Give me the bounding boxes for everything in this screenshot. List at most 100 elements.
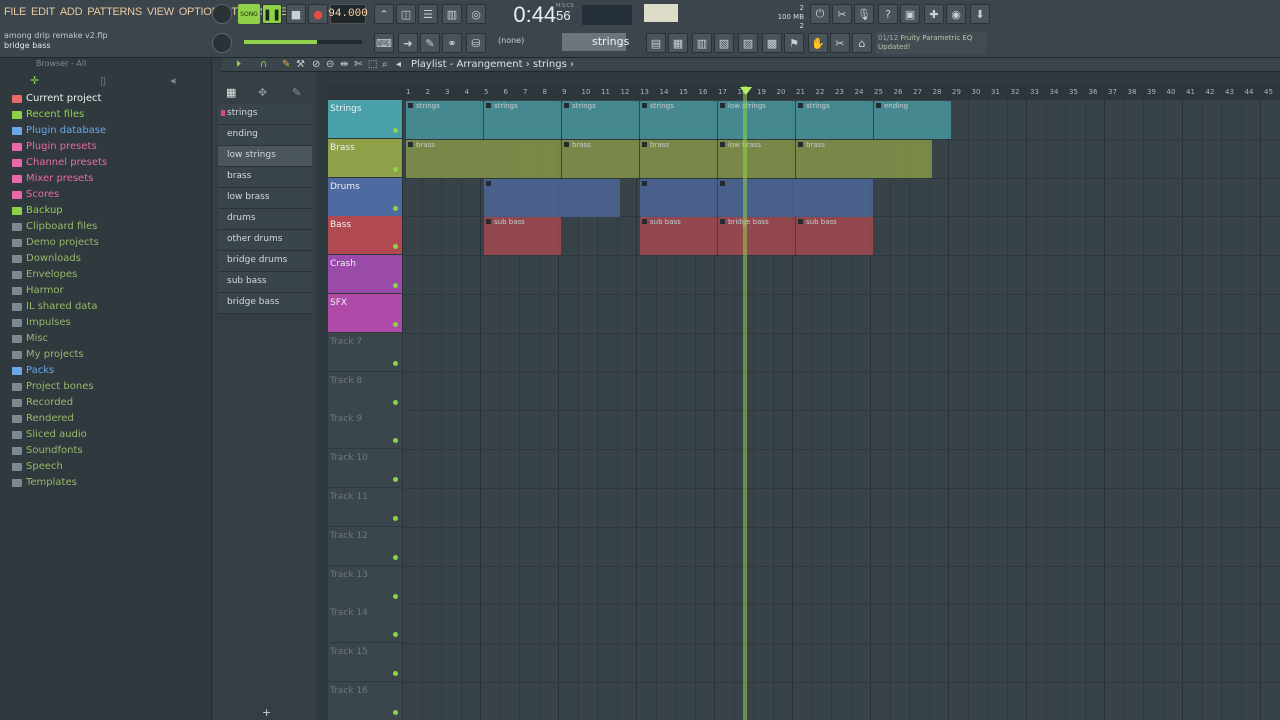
record-mic-icon[interactable]: 🎙 xyxy=(854,4,874,24)
track-mute-led[interactable] xyxy=(393,671,398,677)
track-header-5[interactable]: Crash xyxy=(328,255,402,294)
track-mute-led[interactable] xyxy=(393,244,398,250)
browser-item-channel-presets[interactable]: Channel presets xyxy=(10,156,107,170)
mute-tool-icon[interactable]: ⊝ xyxy=(326,58,334,72)
pattern-item-other-drums[interactable]: other drums xyxy=(218,230,312,251)
browser-item-clipboard-files[interactable]: Clipboard files xyxy=(10,220,97,234)
step-edit-icon[interactable]: ▥ xyxy=(442,4,462,24)
add-pattern-icon[interactable]: + xyxy=(262,706,271,719)
save-icon[interactable]: ▣ xyxy=(900,4,920,24)
pattern-item-strings[interactable]: strings xyxy=(218,104,312,125)
pattern-clip[interactable]: sub bass xyxy=(796,217,873,256)
plugin-picker-icon[interactable]: ▩ xyxy=(762,33,782,53)
pattern-clip[interactable]: ending xyxy=(874,101,951,139)
touch-controller-icon[interactable]: ✋ xyxy=(808,33,828,53)
browser-item-misc[interactable]: Misc xyxy=(10,332,48,346)
browser-item-packs[interactable]: Packs xyxy=(10,364,54,378)
track-mute-led[interactable] xyxy=(393,166,398,172)
pattern-clip[interactable]: sub bass xyxy=(484,217,561,256)
browser-item-backup[interactable]: Backup xyxy=(10,204,63,218)
pattern-clip[interactable]: brass xyxy=(640,139,717,178)
pattern-selector[interactable]: strings xyxy=(562,33,629,51)
mixer-icon[interactable]: ▥ xyxy=(692,33,712,53)
master-volume-knob[interactable] xyxy=(212,4,232,24)
playlist-breadcrumb[interactable]: strings xyxy=(533,59,567,70)
pattern-clip[interactable]: brass xyxy=(406,139,561,178)
brush-tool-icon[interactable]: ⚒ xyxy=(296,58,305,72)
pattern-clip[interactable]: brass xyxy=(796,139,932,178)
track-header-12[interactable]: Track 12 xyxy=(328,526,402,565)
slice-tool-icon[interactable]: ✄ xyxy=(354,58,362,72)
pattern-clip[interactable] xyxy=(484,178,620,217)
pattern-item-low-strings[interactable]: low strings xyxy=(218,146,312,167)
pattern-item-bridge-drums[interactable]: bridge drums xyxy=(218,251,312,272)
browser-item-recorded[interactable]: Recorded xyxy=(10,396,73,410)
blend-notes-icon[interactable]: ◎ xyxy=(466,4,486,24)
track-header-16[interactable]: Track 16 xyxy=(328,682,402,720)
browser-item-envelopes[interactable]: Envelopes xyxy=(10,268,77,282)
track-mute-led[interactable] xyxy=(393,516,398,521)
browser-item-recent-files[interactable]: Recent files xyxy=(10,108,84,122)
pattern-clip[interactable]: bridge bass xyxy=(718,217,795,256)
playlist-menu-icon[interactable]: ⏵ xyxy=(236,58,241,72)
pattern-item-bridge-bass[interactable]: bridge bass xyxy=(218,293,312,314)
track-header-7[interactable]: Track 7 xyxy=(328,332,402,371)
track-mute-led[interactable] xyxy=(393,710,398,715)
track-mute-led[interactable] xyxy=(393,399,398,405)
plugin-icon[interactable]: ✚ xyxy=(924,4,944,24)
step-sequencer-icon[interactable]: ▧ xyxy=(714,33,734,53)
arrangement-grid[interactable]: strings strings strings strings low strings s… xyxy=(402,100,1280,720)
pin-icon[interactable]: ⚑ xyxy=(784,33,804,53)
draw-icon[interactable]: ✎ xyxy=(420,33,440,53)
slip-tool-icon[interactable]: ⇹ xyxy=(340,58,348,72)
playback-tool-icon[interactable]: ◂ xyxy=(396,58,401,72)
browser-item-rendered[interactable]: Rendered xyxy=(10,412,74,426)
track-header-4[interactable]: Bass xyxy=(328,216,402,255)
tools-icon[interactable]: ✂ xyxy=(832,4,852,24)
pattern-clip[interactable]: strings xyxy=(562,101,639,139)
browser-item-templates[interactable]: Templates xyxy=(10,476,77,490)
pattern-clip[interactable]: low brass xyxy=(718,139,795,178)
pattern-item-low-brass[interactable]: low brass xyxy=(218,188,312,209)
browser-item-project-bones[interactable]: Project bones xyxy=(10,380,94,394)
track-mute-led[interactable] xyxy=(393,438,398,444)
track-header-13[interactable]: Track 13 xyxy=(328,565,402,604)
pattern-item-ending[interactable]: ending xyxy=(218,125,312,146)
browser-toggle-icon[interactable]: ▨ xyxy=(738,33,758,53)
stamp-icon[interactable]: ⛁ xyxy=(466,33,486,53)
track-mute-led[interactable] xyxy=(393,205,398,211)
arrow-icon[interactable]: ➜ xyxy=(398,33,418,53)
picker-pen-icon[interactable]: ✎ xyxy=(292,86,301,99)
wait-input-icon[interactable]: ◫ xyxy=(396,4,416,24)
pattern-clip[interactable]: low strings xyxy=(718,101,795,139)
track-header-10[interactable]: Track 10 xyxy=(328,449,402,488)
delete-tool-icon[interactable]: ⊘ xyxy=(312,58,320,72)
track-mute-led[interactable] xyxy=(393,322,398,327)
picker-move-icon[interactable]: ✥ xyxy=(258,86,267,99)
pattern-clip[interactable]: strings xyxy=(406,101,483,139)
track-mute-led[interactable] xyxy=(393,283,398,289)
news-icon[interactable]: ◉ xyxy=(946,4,966,24)
track-header-3[interactable]: Drums xyxy=(328,177,402,216)
track-header-8[interactable]: Track 8 xyxy=(328,371,402,410)
browser-item-my-projects[interactable]: My projects xyxy=(10,348,84,362)
playlist-icon[interactable]: ▤ xyxy=(646,33,666,53)
scissors-icon[interactable]: ✂ xyxy=(830,33,850,53)
song-mode-button[interactable]: SONG xyxy=(238,4,260,24)
browser-collapse-icon[interactable]: ◂ xyxy=(170,74,176,87)
playlist-scrollbar[interactable] xyxy=(322,72,1280,86)
track-mute-led[interactable] xyxy=(393,593,398,599)
channel-filter[interactable]: (none) xyxy=(498,36,524,45)
record-button[interactable]: ● xyxy=(308,4,328,24)
menu-item-patterns[interactable]: PATTERNS xyxy=(87,6,142,18)
pattern-item-drums[interactable]: drums xyxy=(218,209,312,230)
channel-rack-icon[interactable]: ▦ xyxy=(668,33,688,53)
stop-button[interactable]: ■ xyxy=(286,4,306,24)
browser-item-downloads[interactable]: Downloads xyxy=(10,252,81,266)
browser-item-impulses[interactable]: Impulses xyxy=(10,316,71,330)
browser-item-speech[interactable]: Speech xyxy=(10,460,63,474)
pattern-item-sub-bass[interactable]: sub bass xyxy=(218,272,312,293)
playhead[interactable] xyxy=(743,86,747,720)
pattern-clip[interactable]: brass xyxy=(562,139,639,178)
track-mute-led[interactable] xyxy=(393,477,398,483)
